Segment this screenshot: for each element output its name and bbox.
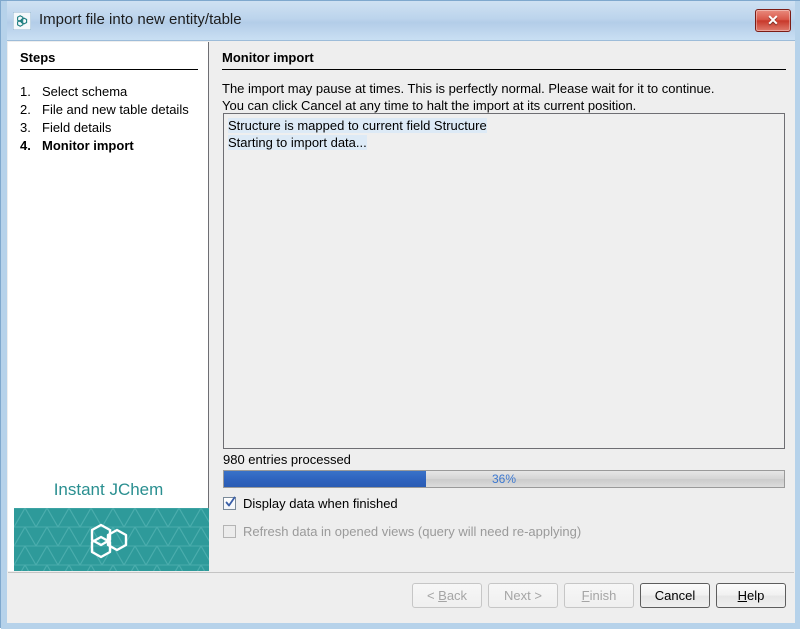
window-title: Import file into new entity/table [39,11,242,28]
checkbox-label: Refresh data in opened views (query will… [243,524,582,539]
checkbox-box [223,525,236,538]
log-line-text: Structure is mapped to current field Str… [228,118,487,133]
wizard-button-bar: < Back Next > Finish Cancel Help [8,572,794,617]
log-line: Starting to import data... [228,134,780,151]
step-item-3[interactable]: 3. Field details [20,120,111,135]
steps-panel: Steps 1. Select schema 2. File and new tab… [8,42,209,571]
brand-name: Instant JChem [53,480,164,499]
import-log-textarea[interactable]: Structure is mapped to current field Str… [223,113,785,449]
description-line-2: You can click Cancel at any time to halt… [222,98,637,113]
jchem-molecule-logo-icon [90,523,127,558]
log-line: Structure is mapped to current field Str… [228,117,780,134]
step-item-1[interactable]: 1. Select schema [20,84,127,99]
description-line-1: The import may pause at times. This is p… [222,81,715,96]
progress-status-text: 980 entries processed [223,452,351,467]
log-line-text: Starting to import data... [228,135,367,150]
help-button-label: Help [737,588,765,603]
step-number: 3. [20,120,31,135]
next-button: Next > [488,583,558,608]
cancel-button-label: Cancel [654,588,696,603]
progress-percent-label: 36% [491,472,517,486]
import-progress-bar: 36% [223,470,785,488]
step-label: Select schema [42,84,128,99]
brand-panel [14,508,209,571]
window-title-bar: Import file into new entity/table ✕ [1,1,800,41]
checkbox-box [223,496,236,510]
back-button: < Back [412,583,482,608]
back-button-label: < Back [426,588,468,603]
close-button[interactable]: ✕ [755,9,791,32]
step-item-2[interactable]: 2. File and new table details [20,102,189,117]
step-label: Monitor import [42,138,134,153]
page-title: Monitor import [222,50,314,65]
import-wizard-window: Import file into new entity/table ✕ Step… [0,0,800,629]
finish-button-label: Finish [581,588,617,603]
step-label: File and new table details [42,102,189,117]
steps-heading-divider [20,69,198,70]
monitor-panel: Monitor import The import may pause at t… [210,42,794,571]
close-icon: ✕ [767,12,779,28]
steps-heading: Steps [20,50,56,65]
checkmark-icon [225,496,236,507]
step-label: Field details [42,120,112,135]
cancel-button[interactable]: Cancel [640,583,710,608]
checkbox-label: Display data when finished [243,496,398,511]
help-button[interactable]: Help [716,583,786,608]
step-number: 2. [20,102,31,117]
step-number: 4. [20,138,31,153]
finish-button: Finish [564,583,634,608]
checkbox-refresh-data-in-opened-views: Refresh data in opened views (query will… [223,524,581,539]
page-title-divider [222,69,786,70]
checkbox-display-data-when-finished[interactable]: Display data when finished [223,496,398,511]
molecule-hexagon-icon [13,12,31,30]
next-button-label: Next > [504,588,542,603]
step-number: 1. [20,84,31,99]
wizard-content: Steps 1. Select schema 2. File and new tab… [8,42,794,617]
step-item-4[interactable]: 4. Monitor import [20,138,134,153]
